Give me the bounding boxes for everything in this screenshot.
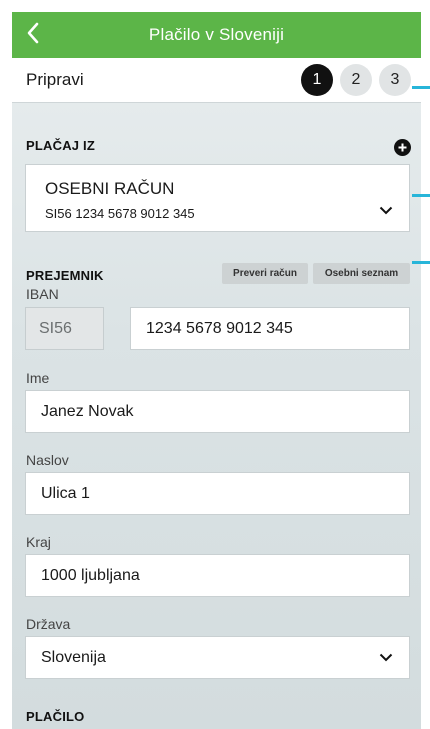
account-iban: SI56 1234 5678 9012 345 xyxy=(45,206,195,221)
iban-label: IBAN xyxy=(26,286,59,302)
check-account-button[interactable]: Preveri račun xyxy=(222,263,308,284)
back-button[interactable] xyxy=(26,21,50,49)
step-1[interactable]: 1 xyxy=(301,64,333,96)
app-header: Plačilo v Sloveniji xyxy=(12,12,421,58)
step-indicator: 1 2 3 xyxy=(301,64,411,96)
payer-section-title: PLAČAJ IZ xyxy=(26,138,95,153)
personal-list-button[interactable]: Osebni seznam xyxy=(313,263,410,284)
iban-prefix: SI56 xyxy=(25,307,104,350)
chevron-down-icon xyxy=(379,653,393,662)
payer-account-select[interactable]: OSEBNI RAČUN SI56 1234 5678 9012 345 xyxy=(25,164,410,232)
step-3[interactable]: 3 xyxy=(379,64,411,96)
chevron-left-icon xyxy=(27,22,39,44)
step-2[interactable]: 2 xyxy=(340,64,372,96)
address-input[interactable]: Ulica 1 xyxy=(25,472,410,515)
country-value: Slovenija xyxy=(41,648,106,666)
annotation-marker xyxy=(412,194,430,197)
page-title: Plačilo v Sloveniji xyxy=(148,25,285,44)
step-bar: Pripravi 1 2 3 xyxy=(12,58,421,103)
address-label: Naslov xyxy=(26,452,69,468)
name-input[interactable]: Janez Novak xyxy=(25,390,410,433)
annotation-marker xyxy=(412,261,430,264)
country-select[interactable]: Slovenija xyxy=(25,636,410,679)
add-account-button[interactable] xyxy=(394,139,411,156)
annotation-marker xyxy=(412,86,430,89)
iban-input[interactable]: 1234 5678 9012 345 xyxy=(130,307,410,350)
payment-section-title: PLAČILO xyxy=(26,709,85,724)
plus-circle-icon xyxy=(398,143,407,152)
app-screen: Plačilo v Sloveniji Pripravi 1 2 3 PLAČA… xyxy=(12,12,421,729)
chevron-down-icon xyxy=(379,206,393,215)
name-label: Ime xyxy=(26,370,50,386)
recipient-section-title: PREJEMNIK xyxy=(26,268,104,283)
account-name: OSEBNI RAČUN xyxy=(45,179,175,198)
city-input[interactable]: 1000 ljubljana xyxy=(25,554,410,597)
country-label: Država xyxy=(26,616,71,632)
city-label: Kraj xyxy=(26,534,51,550)
step-label: Pripravi xyxy=(26,70,84,89)
